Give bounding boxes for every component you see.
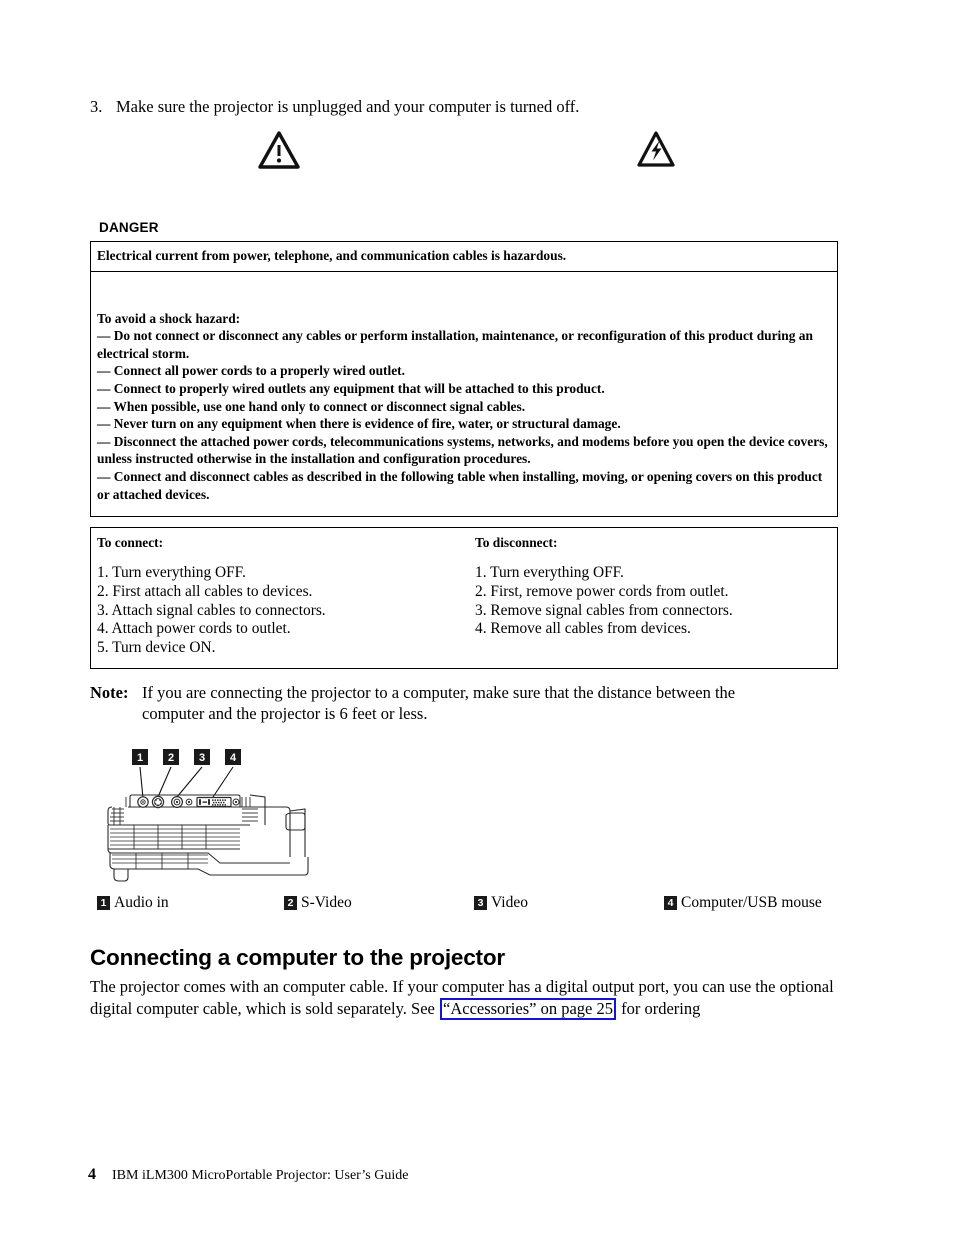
- indicator-led: [185, 798, 193, 806]
- hazard-icon-row: [90, 130, 850, 176]
- danger-label: DANGER: [99, 220, 159, 235]
- connect-step: 2. First attach all cables to devices.: [97, 582, 313, 600]
- disconnect-column-header: To disconnect:: [475, 535, 558, 550]
- paragraph-text-after: for ordering: [616, 998, 701, 1018]
- section-heading: Connecting a computer to the projector: [90, 945, 505, 970]
- port-audio-in: [137, 796, 149, 808]
- danger-bullet: — Connect and disconnect cables as descr…: [97, 468, 823, 502]
- legend-item-video: 3 Video: [474, 893, 528, 913]
- legend-item-computer-usb-mouse: 4 Computer/USB mouse: [664, 893, 822, 913]
- step-text: Make sure the projector is unplugged and…: [116, 97, 580, 116]
- disconnect-column: To disconnect: 1. Turn everything OFF. 2…: [469, 534, 837, 658]
- port-screw: [232, 798, 240, 806]
- connect-step: 3. Attach signal cables to connectors.: [97, 601, 326, 619]
- svg-text:2: 2: [168, 752, 174, 764]
- connect-column: To connect: 1. Turn everything OFF. 2. F…: [91, 534, 469, 658]
- danger-bullet: — Never turn on any equipment when there…: [97, 416, 621, 432]
- connect-step: 5. Turn device ON.: [97, 639, 216, 657]
- page-footer: 4 IBM iLM300 MicroPortable Projector: Use…: [88, 1166, 788, 1185]
- port-video: [170, 795, 183, 808]
- note-line-1: If you are connecting the projector to a…: [142, 683, 736, 702]
- legend-label: Video: [491, 894, 528, 911]
- footer-title: IBM iLM300 MicroPortable Projector: User…: [112, 1168, 409, 1183]
- caution-triangle-icon: [258, 130, 300, 175]
- port-computer-usb-mouse: [196, 796, 232, 808]
- danger-intro: To avoid a shock hazard:: [97, 310, 241, 326]
- danger-bullet: — Connect to properly wired outlets any …: [97, 380, 605, 396]
- legend-number: 4: [664, 896, 677, 910]
- disconnect-step: 2. First, remove power cords from outlet…: [475, 582, 729, 600]
- svg-text:4: 4: [230, 752, 237, 764]
- note-label: Note:: [90, 683, 129, 702]
- disconnect-step: 4. Remove all cables from devices.: [475, 620, 691, 638]
- callout-1: 1: [132, 749, 148, 799]
- connect-step: 1. Turn everything OFF.: [97, 564, 246, 581]
- numbered-step-3: 3. Make sure the projector is unplugged a…: [90, 97, 850, 117]
- projector-side-view-diagram: 1 2 3 4: [90, 745, 390, 885]
- callout-2: 2: [157, 749, 179, 798]
- danger-bullet: — When possible, use one hand only to co…: [97, 398, 526, 414]
- danger-headline: Electrical current from power, telephone…: [91, 242, 837, 272]
- danger-body: To avoid a shock hazard: — Do not connec…: [91, 272, 837, 517]
- connect-step: 4. Attach power cords to outlet.: [97, 620, 291, 638]
- legend-item-audio-in: 1 Audio in: [97, 893, 169, 913]
- svg-text:1: 1: [137, 752, 143, 764]
- connect-column-header: To connect:: [97, 535, 164, 550]
- note-block: Note: If you are connecting the projecto…: [90, 682, 850, 724]
- disconnect-step: 3. Remove signal cables from connectors.: [475, 601, 733, 619]
- danger-bullet: — Connect all power cords to a properly …: [97, 363, 405, 379]
- section-paragraph: The projector comes with an computer cab…: [90, 976, 842, 1020]
- danger-spacer: [97, 278, 831, 310]
- note-line-2: computer and the projector is 6 feet or …: [142, 704, 428, 723]
- legend-label: Computer/USB mouse: [681, 894, 822, 911]
- accessories-page-link[interactable]: “Accessories” on page 25: [440, 997, 616, 1020]
- figure-legend: 1 Audio in 2 S-Video 3 Video 4 Computer/USB …: [97, 893, 852, 915]
- legend-number: 2: [284, 896, 297, 910]
- disconnect-step: 1. Turn everything OFF.: [475, 564, 624, 581]
- callout-4: 4: [212, 749, 241, 798]
- electrical-shock-icon: [637, 130, 675, 173]
- danger-notice-box: Electrical current from power, telephone…: [90, 241, 838, 518]
- connect-disconnect-table: To connect: 1. Turn everything OFF. 2. F…: [90, 527, 838, 669]
- danger-bullet: — Do not connect or disconnect any cable…: [97, 328, 813, 361]
- legend-label: S-Video: [301, 894, 352, 911]
- callout-3: 3: [176, 749, 210, 798]
- legend-label: Audio in: [114, 894, 169, 911]
- document-page: 3. Make sure the projector is unplugged a…: [0, 0, 954, 1235]
- legend-number: 3: [474, 896, 487, 910]
- legend-item-s-video: 2 S-Video: [284, 893, 352, 913]
- danger-bullet: — Disconnect the attached power cords, t…: [97, 433, 828, 467]
- port-s-video: [151, 795, 165, 809]
- step-number: 3.: [90, 97, 103, 116]
- footer-page-number: 4: [88, 1166, 96, 1183]
- svg-text:3: 3: [199, 752, 205, 764]
- legend-number: 1: [97, 896, 110, 910]
